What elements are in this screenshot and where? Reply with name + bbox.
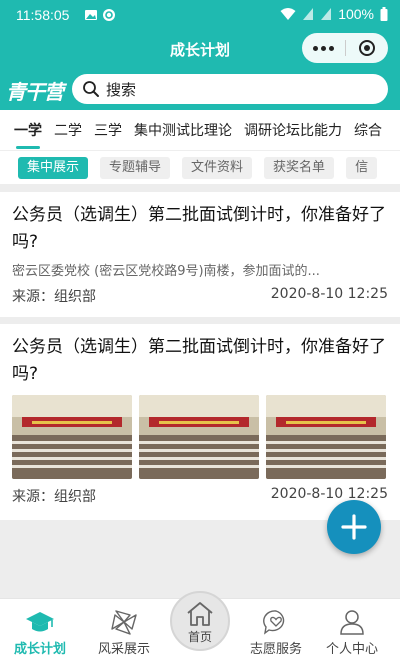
tab-yixue[interactable]: 一学 [14, 120, 42, 149]
tab-erxue[interactable]: 二学 [54, 120, 82, 140]
tab-forum-ability[interactable]: 调研论坛比能力 [244, 120, 342, 140]
sub-category-chips: 集中展示 专题辅导 文件资料 获奖名单 信 [0, 150, 400, 184]
article-summary: 密云区委党校 (密云区党校路9号)南楼，参加面试的... [12, 264, 320, 279]
heart-chat-icon [263, 610, 285, 635]
nav-home[interactable]: 首页 [170, 591, 230, 651]
article-meta: 来源：组织部 2020-8-10 12:25 [12, 286, 388, 306]
status-time: 11:58:05 [16, 7, 70, 23]
more-menu-button[interactable] [302, 33, 345, 63]
tab-sanxue[interactable]: 三学 [94, 120, 122, 140]
category-tabs: 一学 二学 三学 集中测试比理论 调研论坛比能力 综合 [0, 110, 400, 150]
nav-volunteer[interactable]: 志愿服务 [236, 609, 316, 657]
search-input[interactable]: 搜索 [72, 74, 388, 104]
image-notification-icon [85, 10, 97, 20]
article-photos [12, 395, 388, 479]
bottom-nav: 成长计划 风采展示 首页 志愿服务 个人中心 [0, 591, 400, 666]
nav-growth-plan[interactable]: 成长计划 [0, 609, 80, 657]
article-card[interactable]: 公务员（选调生）第二批面试倒计时，你准备好了吗? 来源：组织部 2020-8-1… [0, 324, 400, 520]
person-icon [340, 610, 364, 635]
article-photo[interactable] [139, 395, 259, 479]
battery-icon [380, 7, 388, 21]
search-row: 青干营 搜索 [0, 72, 400, 106]
nav-label: 个人中心 [325, 642, 378, 657]
status-right: 100% [280, 6, 388, 22]
nav-label: 志愿服务 [249, 642, 302, 657]
article-date: 2020-8-10 12:25 [270, 286, 388, 302]
signal-icon-2 [321, 8, 332, 20]
nav-profile[interactable]: 个人中心 [312, 609, 392, 657]
chip-showcase[interactable]: 集中展示 [18, 156, 89, 179]
battery-percent: 100% [338, 6, 374, 22]
search-icon [83, 81, 99, 97]
target-close-icon [358, 40, 375, 56]
nav-label: 成长计划 [13, 642, 66, 657]
article-date: 2020-8-10 12:25 [270, 486, 388, 502]
article-photo[interactable] [266, 395, 386, 479]
tab-test-theory[interactable]: 集中测试比理论 [134, 120, 232, 140]
chip-info[interactable]: 信 [346, 156, 378, 179]
nav-showcase[interactable]: 风采展示 [84, 609, 164, 657]
chip-topic-tutoring[interactable]: 专题辅导 [100, 156, 171, 179]
miniprogram-capsule [302, 33, 388, 63]
title-bar: 成长计划 [0, 30, 400, 70]
article-source: 来源：组织部 [12, 289, 96, 305]
home-icon [187, 602, 213, 626]
status-bar: 11:58:05 100% [0, 0, 400, 30]
signal-icon [303, 8, 314, 20]
wifi-icon [280, 8, 296, 20]
nav-label: 首页 [187, 630, 212, 644]
graduation-cap-icon [26, 612, 54, 632]
sync-notification-icon [103, 9, 115, 21]
article-source: 来源：组织部 [12, 489, 96, 505]
article-meta: 来源：组织部 2020-8-10 12:25 [12, 486, 388, 506]
article-title: 公务员（选调生）第二批面试倒计时，你准备好了吗? [12, 205, 386, 252]
add-floating-button[interactable] [327, 500, 381, 554]
close-miniprogram-button[interactable] [345, 33, 388, 63]
article-card[interactable]: 公务员（选调生）第二批面试倒计时，你准备好了吗? 密云区委党校 (密云区党校路9… [0, 192, 400, 317]
pinwheel-icon [111, 610, 137, 635]
nav-label: 风采展示 [97, 642, 150, 657]
search-placeholder: 搜索 [106, 80, 137, 99]
chip-documents[interactable]: 文件资料 [182, 156, 253, 179]
article-title: 公务员（选调生）第二批面试倒计时，你准备好了吗? [12, 337, 386, 384]
chip-award-list[interactable]: 获奖名单 [264, 156, 335, 179]
plus-icon [341, 514, 367, 540]
brand-logo: 青干营 [6, 80, 64, 104]
tab-comprehensive[interactable]: 综合 [354, 120, 382, 140]
article-photo[interactable] [12, 395, 132, 479]
